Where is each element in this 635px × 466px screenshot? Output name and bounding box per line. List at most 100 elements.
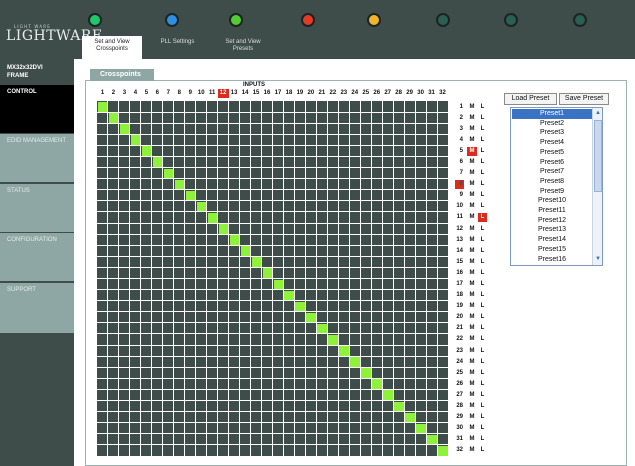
crosspoint-connection[interactable]	[383, 390, 393, 401]
tab-presets[interactable]: Set and View Presets	[214, 36, 272, 59]
output-lock-toggle[interactable]: L	[478, 435, 487, 444]
output-lock-toggle[interactable]: L	[478, 125, 487, 134]
output-number[interactable]: 10	[451, 202, 463, 211]
output-number[interactable]: 26	[451, 380, 463, 389]
preset-list-item[interactable]: Preset1	[512, 109, 592, 119]
crosspoint-connection[interactable]	[152, 157, 163, 168]
output-mute-toggle[interactable]: M	[467, 391, 477, 400]
input-number[interactable]: 26	[371, 90, 382, 96]
crosspoint-connection[interactable]	[229, 235, 240, 245]
output-mute-toggle[interactable]: M	[467, 158, 477, 167]
output-number[interactable]: 28	[451, 402, 463, 411]
scrollbar-thumb[interactable]	[594, 120, 602, 192]
output-mute-toggle[interactable]: M	[467, 324, 477, 333]
output-number[interactable]: 2	[451, 114, 463, 123]
output-mute-toggle[interactable]: M	[467, 369, 477, 378]
output-lock-toggle[interactable]: L	[478, 136, 487, 145]
input-number[interactable]: 24	[349, 90, 360, 96]
input-number[interactable]: 27	[382, 90, 393, 96]
preset-list-item[interactable]: Preset3	[512, 128, 592, 138]
crosspoint-connection[interactable]	[174, 179, 185, 190]
output-mute-toggle[interactable]: M	[467, 225, 477, 234]
crosspoint-connection[interactable]	[416, 423, 426, 434]
input-number[interactable]: 14	[240, 90, 251, 96]
output-lock-toggle[interactable]: L	[478, 335, 487, 344]
output-number[interactable]: 18	[451, 291, 463, 300]
output-lock-toggle[interactable]: L	[478, 169, 487, 178]
input-number[interactable]: 1	[97, 90, 108, 96]
output-number[interactable]: 4	[451, 136, 463, 145]
output-number[interactable]: 27	[451, 391, 463, 400]
input-number[interactable]: 4	[130, 90, 141, 96]
input-number[interactable]: 23	[338, 90, 349, 96]
output-mute-toggle[interactable]: M	[467, 247, 477, 256]
output-mute-toggle[interactable]: M	[467, 313, 477, 322]
output-mute-toggle[interactable]: M	[467, 358, 477, 367]
input-number[interactable]: 13	[229, 90, 240, 96]
output-mute-toggle[interactable]: M	[467, 302, 477, 311]
sidebar-item-edid-management[interactable]: EDID MANAGEMENT	[0, 134, 74, 182]
crosspoint-connection[interactable]	[438, 445, 448, 456]
preset-list-item[interactable]: Preset2	[512, 119, 592, 129]
output-lock-toggle[interactable]: L	[478, 114, 487, 123]
input-number[interactable]: 28	[393, 90, 404, 96]
output-mute-toggle[interactable]: M	[467, 180, 477, 189]
crosspoint-connection[interactable]	[295, 301, 305, 312]
output-lock-toggle[interactable]: L	[478, 191, 487, 200]
crosspoint-connection[interactable]	[427, 434, 437, 445]
input-number[interactable]: 7	[163, 90, 174, 96]
input-number[interactable]: 19	[294, 90, 305, 96]
output-lock-toggle[interactable]: L	[478, 347, 487, 356]
input-number[interactable]: 16	[262, 90, 273, 96]
input-number[interactable]: 11	[207, 90, 218, 96]
output-lock-toggle[interactable]: L	[478, 424, 487, 433]
output-number[interactable]: 25	[451, 369, 463, 378]
input-number[interactable]: 12	[217, 89, 229, 98]
load-preset-button[interactable]: Load Preset	[504, 93, 557, 105]
tab-pll-settings[interactable]: PLL Settings	[150, 36, 205, 59]
crosspoint-connection[interactable]	[218, 224, 229, 234]
crosspoint-connection[interactable]	[405, 412, 415, 423]
scroll-up-icon[interactable]: ▲	[594, 109, 602, 118]
output-lock-toggle[interactable]: L	[478, 147, 487, 156]
output-mute-toggle[interactable]: M	[467, 146, 477, 156]
preset-list-item[interactable]: Preset6	[512, 158, 592, 168]
crosspoint-connection[interactable]	[141, 146, 152, 156]
output-lock-toggle[interactable]: L	[478, 358, 487, 367]
output-lock-toggle[interactable]: L	[478, 324, 487, 333]
crosspoint-connection[interactable]	[240, 246, 251, 256]
preset-list-item[interactable]: Preset13	[512, 225, 592, 235]
output-mute-toggle[interactable]: M	[467, 103, 477, 112]
output-lock-toggle[interactable]: L	[478, 180, 487, 189]
output-number[interactable]: 23	[451, 347, 463, 356]
output-mute-toggle[interactable]: M	[467, 413, 477, 422]
crosspoint-connection[interactable]	[372, 379, 382, 389]
output-number[interactable]: 21	[451, 324, 463, 333]
preset-list-item[interactable]: Preset4	[512, 138, 592, 148]
output-lock-toggle[interactable]: L	[478, 402, 487, 411]
crosspoint-connection[interactable]	[317, 323, 327, 334]
output-mute-toggle[interactable]: M	[467, 424, 477, 433]
preset-list-item[interactable]: Preset14	[512, 235, 592, 245]
output-mute-toggle[interactable]: M	[467, 136, 477, 145]
preset-list-item[interactable]: Preset16	[512, 255, 592, 265]
output-mute-toggle[interactable]: M	[467, 446, 477, 455]
crosspoint-connection[interactable]	[185, 190, 196, 201]
crosspoint-connection[interactable]	[306, 312, 316, 323]
input-number[interactable]: 2	[108, 90, 119, 96]
crosspoint-connection[interactable]	[196, 201, 207, 212]
output-number[interactable]: 15	[451, 258, 463, 267]
output-number[interactable]: 8	[451, 180, 463, 189]
output-lock-toggle[interactable]: L	[478, 269, 487, 278]
sidebar-item-status[interactable]: STATUS	[0, 184, 74, 232]
input-number[interactable]: 9	[185, 90, 196, 96]
output-mute-toggle[interactable]: M	[467, 269, 477, 278]
output-lock-toggle[interactable]: L	[478, 369, 487, 378]
input-number[interactable]: 31	[426, 90, 437, 96]
output-mute-toggle[interactable]: M	[467, 114, 477, 123]
output-lock-toggle[interactable]: L	[478, 380, 487, 389]
output-lock-toggle[interactable]: L	[478, 302, 487, 311]
output-mute-toggle[interactable]: M	[467, 435, 477, 444]
preset-list-item[interactable]: Preset10	[512, 196, 592, 206]
output-number[interactable]: 3	[451, 125, 463, 134]
